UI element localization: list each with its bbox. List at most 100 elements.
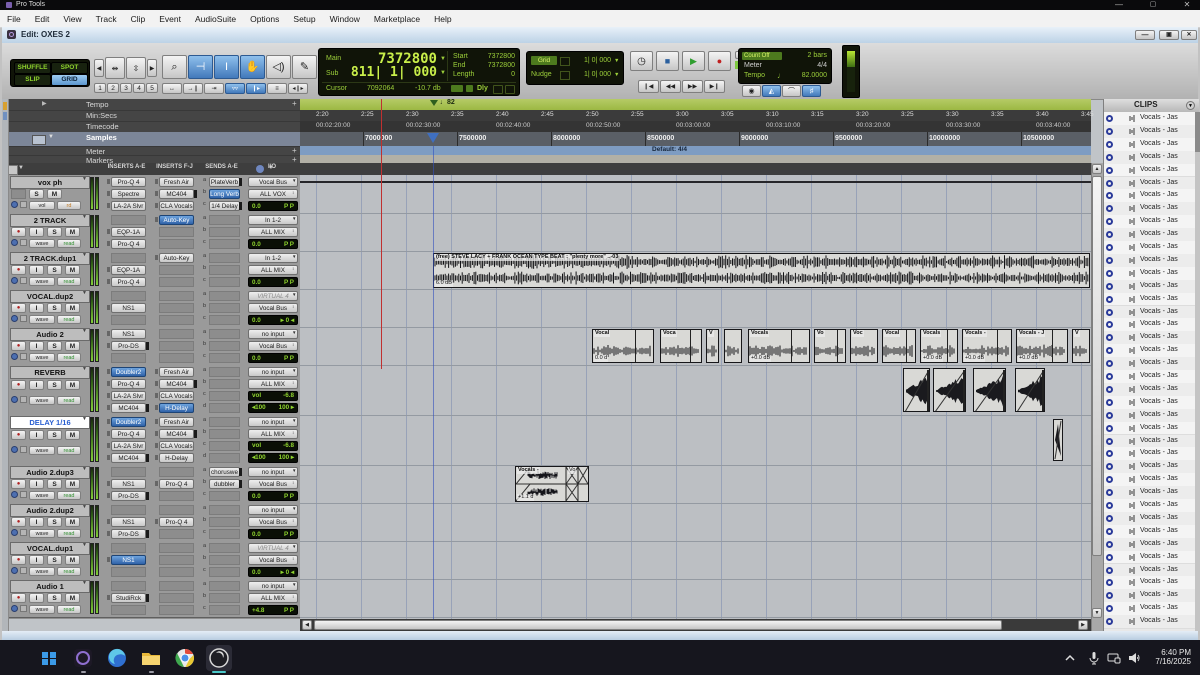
track-view-button[interactable]: wave xyxy=(29,491,55,500)
audio-clip-vocal[interactable]: Voc xyxy=(850,329,878,363)
insert-slot-empty[interactable] xyxy=(159,353,194,364)
audio-clip-vocal[interactable]: Vocals +0.0 dB xyxy=(748,329,810,363)
send-slot-empty[interactable] xyxy=(209,504,240,515)
insert-slot-empty[interactable] xyxy=(159,466,194,477)
send-slot-empty[interactable] xyxy=(209,452,240,463)
menu-item-window[interactable]: Window xyxy=(323,14,367,24)
insert-selector-dot[interactable] xyxy=(107,342,110,348)
track-name-dropdown[interactable]: ▼ xyxy=(82,580,87,586)
menu-item-options[interactable]: Options xyxy=(243,14,286,24)
io-volume-display[interactable]: 0.0 P P xyxy=(248,491,298,502)
track-block-2trackdup1[interactable]: 2 TRACK.dup1 ▼ ● I S Mwave read EQP-1A Pro-Q 4 Au… xyxy=(2,251,300,290)
menu-item-marketplace[interactable]: Marketplace xyxy=(367,14,427,24)
track-automation-icon[interactable] xyxy=(11,605,18,612)
track-pan-icon[interactable] xyxy=(20,529,27,536)
io-output-selector[interactable]: Vocal Bus xyxy=(248,554,298,565)
io-input-selector[interactable]: no input xyxy=(248,416,298,427)
io-volume-display[interactable]: +4.8 P P xyxy=(248,605,298,616)
send-button[interactable]: choruswe xyxy=(209,466,240,477)
audio-clip-reverb[interactable] xyxy=(973,368,1006,412)
send-button[interactable]: 1/4 Delay xyxy=(209,201,240,212)
ruler-dropdown-icon[interactable]: ▼ xyxy=(48,134,54,140)
track-automation-icon[interactable] xyxy=(11,315,18,322)
edit-option-tab-transient[interactable]: ↔ xyxy=(162,83,182,94)
io-input-selector[interactable]: Vocal Bus xyxy=(248,176,298,187)
insert-button[interactable]: MC404 xyxy=(159,188,194,199)
sub-counter-dropdown[interactable]: ▼ xyxy=(440,70,446,76)
insert-button[interactable]: MC404 xyxy=(159,378,194,389)
track-view-button[interactable]: vol xyxy=(29,201,55,210)
clip-list-item[interactable]: Vocals - Jas xyxy=(1104,124,1196,139)
insert-slot-empty[interactable] xyxy=(111,605,146,616)
track-input-monitor-button[interactable]: I xyxy=(29,479,44,489)
zoom-preset-3[interactable]: 3 xyxy=(120,83,132,93)
track-pan-icon[interactable] xyxy=(20,353,27,360)
insert-selector-dot[interactable] xyxy=(155,216,158,222)
audio-clip-reverb[interactable] xyxy=(903,368,930,412)
insert-selector-dot[interactable] xyxy=(107,518,110,524)
audio-clip-vocal[interactable]: Vocal xyxy=(882,329,916,363)
insert-button[interactable]: Pro-DS xyxy=(111,491,146,502)
clip-list-item[interactable]: Vocals - Jas xyxy=(1104,499,1196,513)
track-automation-mode-button[interactable]: read xyxy=(57,605,81,614)
io-volume-display[interactable]: vol -6.8 xyxy=(248,390,298,401)
send-slot-empty[interactable] xyxy=(209,277,240,288)
insert-slot-empty[interactable] xyxy=(159,328,194,339)
track-name[interactable]: 2 TRACK.dup1 xyxy=(10,252,90,265)
insert-button[interactable]: CLA Vocals xyxy=(159,390,194,401)
transport-fast-forward[interactable]: ▶▶ xyxy=(682,80,703,93)
track-name[interactable]: Audio 2.dup3 xyxy=(10,466,90,479)
insert-selector-dot[interactable] xyxy=(107,368,110,374)
io-pan-display[interactable]: ◂100 100 ▸ xyxy=(248,452,298,463)
insert-selector-dot[interactable] xyxy=(107,241,110,247)
track-solo-button[interactable]: S xyxy=(47,380,62,390)
io-pan-display[interactable]: ◂100 100 ▸ xyxy=(248,402,298,413)
send-slot-empty[interactable] xyxy=(209,567,240,578)
zoom-left-arrow[interactable]: ◀ xyxy=(94,59,104,77)
mode-button-slip[interactable]: SLIP xyxy=(14,74,51,86)
send-slot-empty[interactable] xyxy=(209,328,240,339)
insert-selector-dot[interactable] xyxy=(155,454,158,460)
clip-list-item[interactable]: Vocals - Jas xyxy=(1104,112,1196,126)
nudge-dropdown[interactable]: ▼ xyxy=(614,72,619,78)
io-volume-display[interactable]: 0.0 P P xyxy=(248,239,298,250)
track-pan-icon[interactable] xyxy=(20,446,27,453)
transport-go-to-end[interactable]: ▶❙ xyxy=(704,80,725,93)
track-record-button[interactable]: ● xyxy=(11,227,26,237)
edit-option-link-track[interactable]: ⇥ xyxy=(204,83,224,94)
edit-option-insertion-follows[interactable]: ◂❙▸ xyxy=(288,83,308,94)
track-list-dropdown-icon[interactable]: ▼ xyxy=(18,165,24,171)
audio-clip-vocal[interactable] xyxy=(724,329,742,363)
clip-list-item[interactable]: Vocals - Jas xyxy=(1104,331,1196,346)
track-name-dropdown[interactable]: ▼ xyxy=(82,416,87,422)
track-name[interactable]: REVERB xyxy=(10,366,90,379)
track-automation-mode-button[interactable]: read xyxy=(57,491,81,500)
insert-slot-empty[interactable] xyxy=(159,580,194,591)
track-solo-button[interactable]: S xyxy=(47,555,62,565)
track-solo-button[interactable]: S xyxy=(47,341,62,351)
send-slot-empty[interactable] xyxy=(209,378,240,389)
track-name-dropdown[interactable]: ▼ xyxy=(82,504,87,510)
send-slot-empty[interactable] xyxy=(209,440,240,451)
insert-button[interactable]: LA-2A Slvr xyxy=(111,390,146,401)
insert-selector-dot[interactable] xyxy=(155,404,158,410)
transport-rewind[interactable]: ◀◀ xyxy=(660,80,681,93)
insert-slot-empty[interactable] xyxy=(159,239,194,250)
io-input-selector[interactable]: no input xyxy=(248,580,298,591)
insert-button[interactable]: MC404 xyxy=(111,452,146,463)
track-name-dropdown[interactable]: ▼ xyxy=(82,214,87,220)
insert-button[interactable]: H-Delay xyxy=(159,452,194,463)
insert-button[interactable]: Pro-Q 4 xyxy=(111,239,146,250)
track-view-button[interactable]: wave xyxy=(29,605,55,614)
track-pan-icon[interactable] xyxy=(20,239,27,246)
clip-list-item[interactable]: Vocals - Jas xyxy=(1104,266,1196,281)
insert-selector-dot[interactable] xyxy=(155,518,158,524)
track-pan-icon[interactable] xyxy=(20,567,27,574)
track-solo-button[interactable]: S xyxy=(47,430,62,440)
track-mute-button[interactable]: M xyxy=(65,303,80,313)
track-automation-mode-button[interactable]: read xyxy=(57,567,81,576)
insert-button[interactable]: Pro-Q 4 xyxy=(111,428,146,439)
insert-selector-dot[interactable] xyxy=(107,178,110,184)
io-output-selector[interactable]: ALL MIX xyxy=(248,378,298,389)
track-name[interactable]: VOCAL.dup1 xyxy=(10,542,90,555)
